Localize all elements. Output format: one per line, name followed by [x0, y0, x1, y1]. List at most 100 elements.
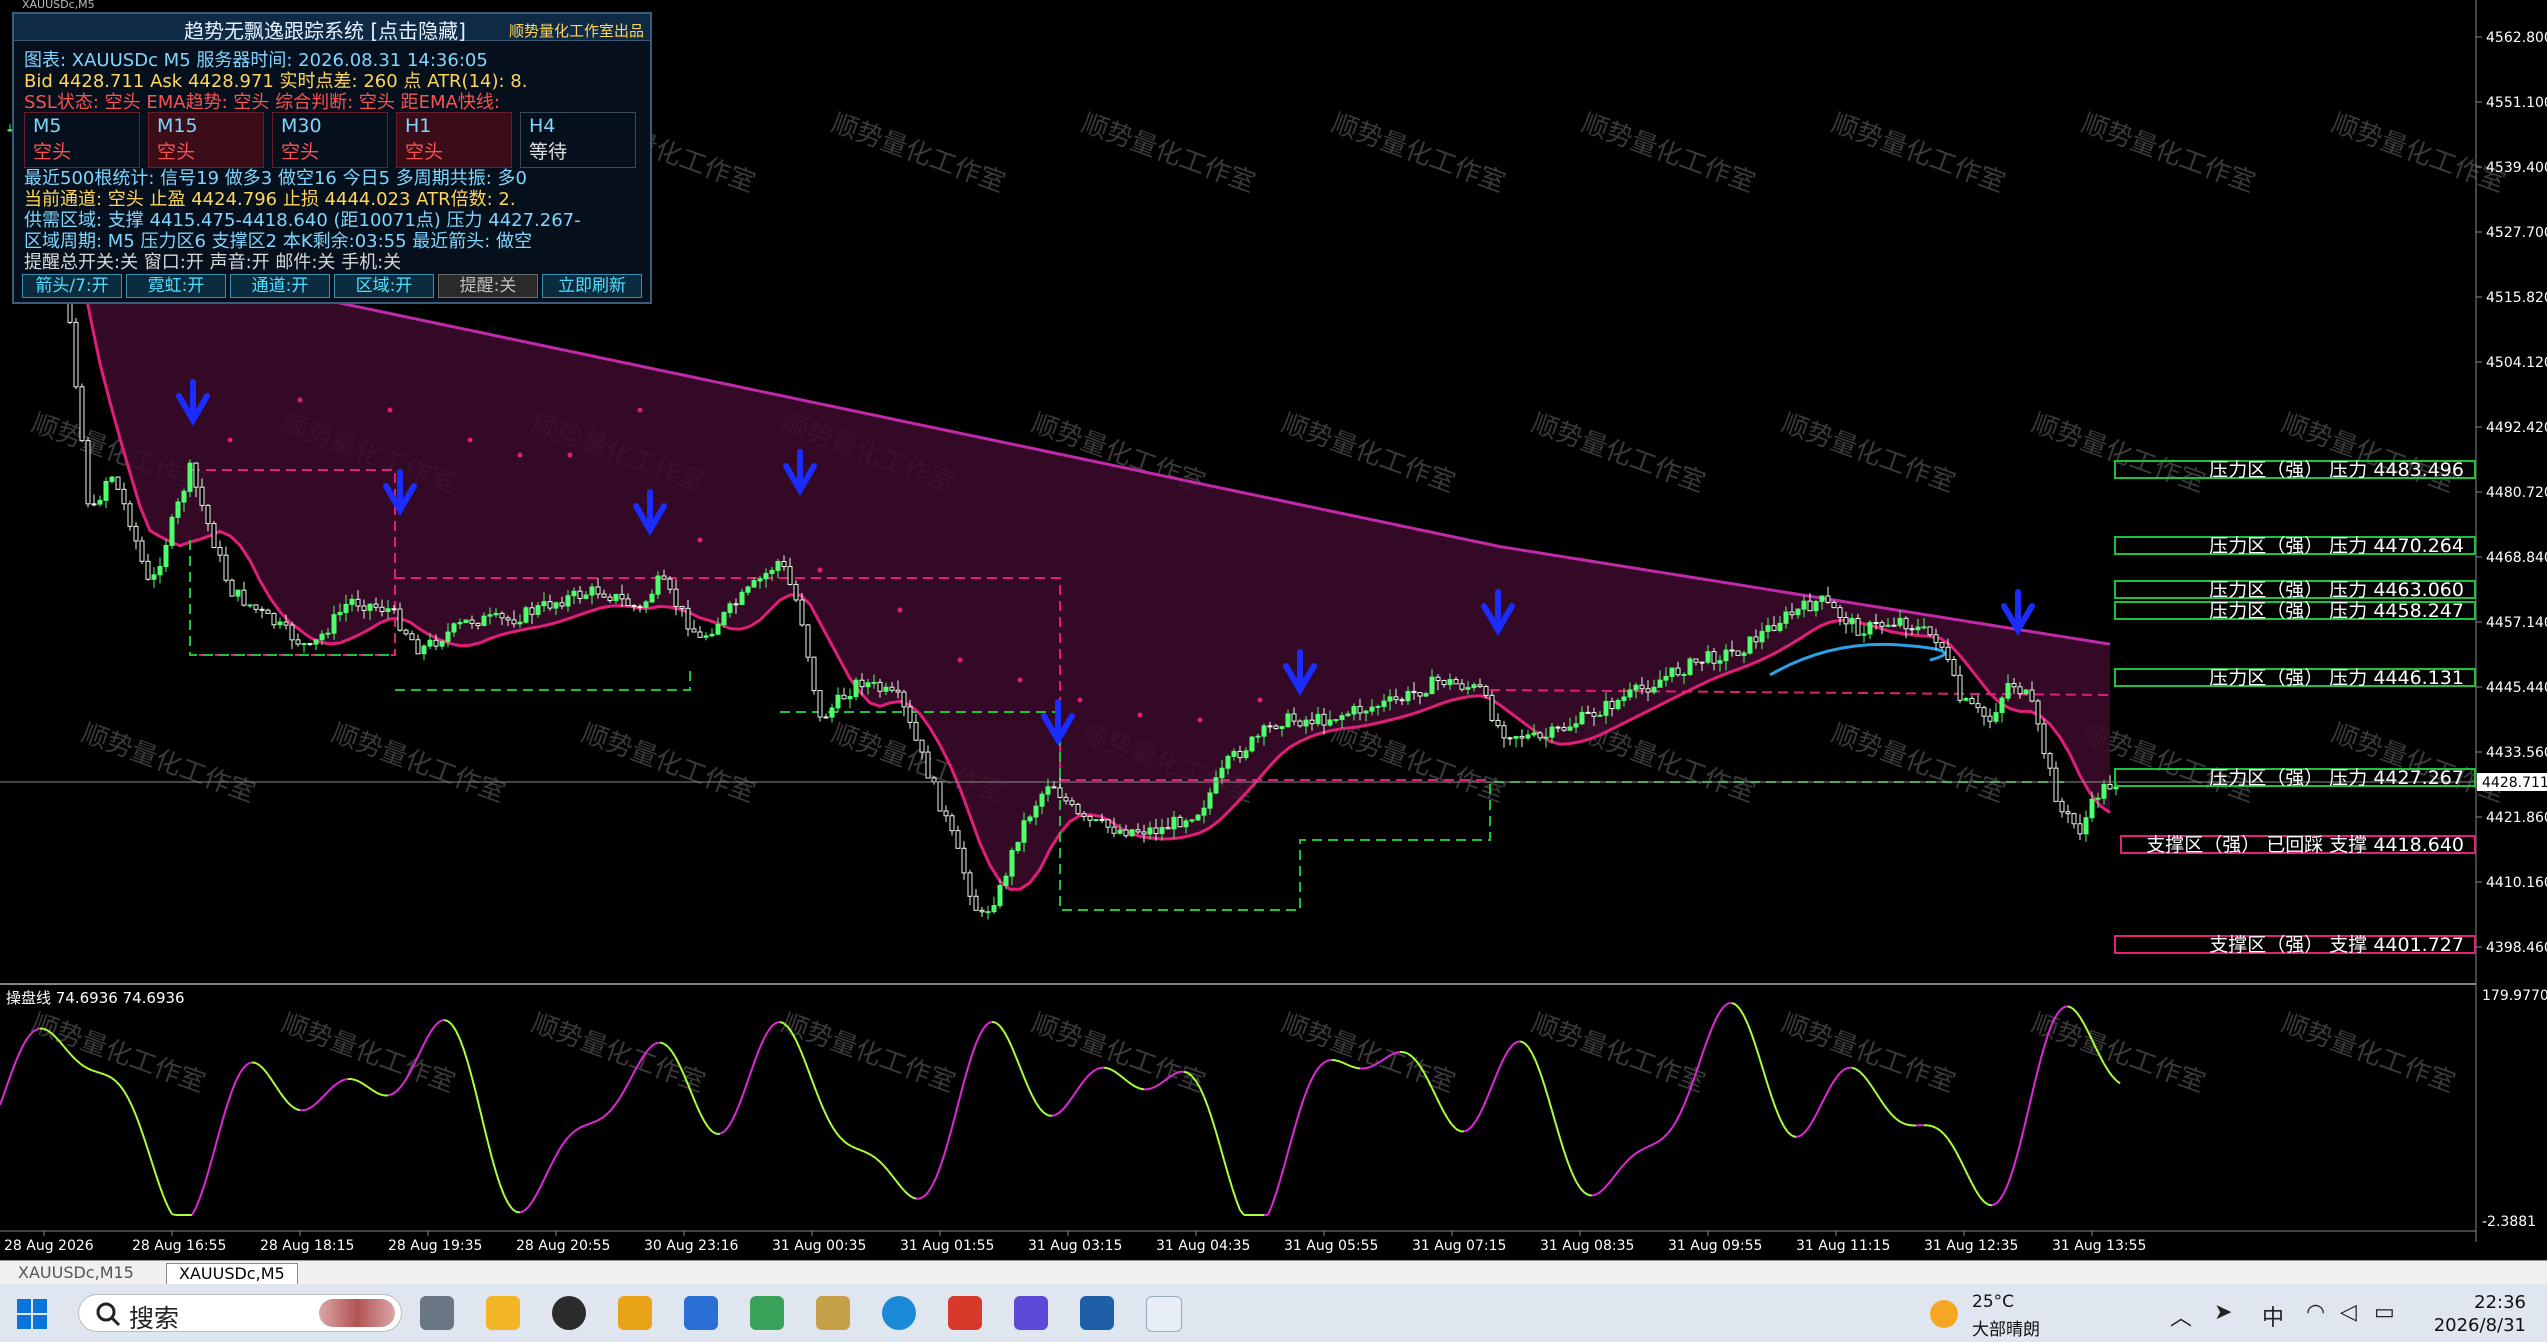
candle-body	[1771, 625, 1777, 631]
candle-body	[589, 586, 595, 596]
arrow-toggle-button[interactable]: 箭头/7:开	[22, 274, 122, 298]
candle-body	[187, 462, 193, 492]
candle-body	[1315, 713, 1321, 725]
candle-body	[727, 603, 733, 613]
tf-name: M15	[157, 115, 198, 137]
panel-line-status: SSL状态: 空头 EMA趋势: 空头 综合判断: 空头 距EMA快线:	[24, 92, 500, 113]
candle-body	[769, 569, 775, 574]
mt5-icon[interactable]	[750, 1296, 784, 1330]
candle-body	[2035, 700, 2041, 725]
candle-body	[643, 601, 649, 608]
weather-desc[interactable]: 大部晴朗	[1972, 1315, 2040, 1340]
panel-titlebar[interactable]: 趋势无飘逸跟踪系统 [点击隐藏] 顺势量化工作室出品	[14, 14, 650, 44]
task-view-icon[interactable]	[420, 1296, 454, 1330]
oscillator-segment	[379, 1093, 385, 1097]
candle-body	[1255, 735, 1261, 738]
chart-area[interactable]: 顺势量化工作室 顺势量化工作室 顺势量化工作室 顺势量化工作室 顺势量化工作室 顺势量化工…	[0, 0, 2547, 1342]
app-icon-blue[interactable]	[684, 1296, 718, 1330]
tab-xauusdc-m15[interactable]: XAUUSDc,M15	[6, 1263, 146, 1285]
clock-date[interactable]: 2026/8/31	[2428, 1315, 2526, 1336]
notes-app-icon[interactable]	[618, 1296, 652, 1330]
candle-body	[1657, 679, 1663, 688]
file-explorer-icon[interactable]	[486, 1296, 520, 1330]
candle-body	[1645, 688, 1651, 693]
ec-app-icon[interactable]	[948, 1296, 982, 1330]
candle-body	[1495, 719, 1501, 727]
candle-body	[2089, 798, 2095, 819]
candle-body	[1339, 715, 1345, 721]
candle-body	[307, 643, 313, 646]
candle-body	[1369, 706, 1375, 712]
candle-body	[1513, 735, 1519, 739]
candle-body	[1351, 705, 1357, 715]
stop-dot	[957, 657, 963, 663]
alert-toggle-button[interactable]: 提醒:关	[438, 274, 538, 298]
oscillator-segment	[91, 1069, 97, 1073]
taskbar: 搜索 25°C 大部晴朗 ︿ ➤ 中 ◠ ◁ ▭ 22:36 2026/8/31	[0, 1284, 2547, 1342]
candle-body	[1975, 703, 1981, 709]
candle-body	[1609, 700, 1615, 710]
time-tick-label: 31 Aug 07:15	[1412, 1238, 1506, 1254]
location-icon[interactable]: ➤	[2214, 1300, 2232, 1325]
info-panel[interactable]: 趋势无飘逸跟踪系统 [点击隐藏] 顺势量化工作室出品 图表: XAUUSDc M…	[12, 12, 652, 304]
candle-body	[415, 639, 421, 655]
candle-body	[1729, 649, 1735, 652]
stop-dot	[1137, 712, 1143, 718]
weather-temp[interactable]: 25°C	[1972, 1292, 2014, 1312]
stop-dot	[517, 452, 523, 458]
candle-body	[1291, 713, 1297, 722]
channel-toggle-button[interactable]: 通道:开	[230, 274, 330, 298]
oscillator-segment	[1903, 1122, 1909, 1126]
candle-body	[1387, 696, 1393, 702]
cloud-app-icon[interactable]	[1146, 1296, 1182, 1332]
candle-body	[289, 624, 295, 641]
tab-xauusdc-m5[interactable]: XAUUSDc,M5	[166, 1263, 298, 1285]
oscillator-segment	[303, 1108, 309, 1112]
zone-label: 支撑区（强） 已回踩 支撑 4418.640	[2146, 834, 2464, 856]
edge-icon[interactable]	[882, 1296, 916, 1330]
time-tick-label: 31 Aug 08:35	[1540, 1238, 1634, 1254]
app-icon-purple[interactable]	[1014, 1296, 1048, 1330]
time-tick-label: 28 Aug 16:55	[132, 1238, 226, 1254]
price-tick-label: 4527.700	[2486, 225, 2547, 241]
chip-app-icon[interactable]	[1080, 1296, 1114, 1330]
candle-body	[571, 590, 577, 597]
candle-body	[907, 706, 913, 723]
oscillator-segment	[515, 1210, 521, 1214]
candle-body	[1621, 696, 1627, 701]
time-tick-label: 31 Aug 09:55	[1668, 1238, 1762, 1254]
price-tick-label: 4504.120	[2486, 355, 2547, 371]
oscillator-segment	[1363, 1066, 1369, 1070]
candle-body	[751, 580, 757, 588]
neon-toggle-button[interactable]: 霓虹:开	[126, 274, 226, 298]
weather-icon[interactable]	[1930, 1300, 1958, 1328]
taskbar-search[interactable]: 搜索	[78, 1294, 402, 1333]
candle-body	[871, 681, 877, 684]
candle-body	[973, 895, 979, 911]
wifi-icon[interactable]: ◠	[2306, 1300, 2325, 1325]
battery-icon[interactable]: ▭	[2374, 1300, 2395, 1325]
clock-time[interactable]: 22:36	[2428, 1292, 2526, 1313]
candle-body	[607, 596, 613, 601]
refresh-button[interactable]: 立即刷新	[542, 274, 642, 298]
panel-title[interactable]: 趋势无飘逸跟踪系统 [点击隐藏]	[184, 15, 466, 44]
search-label: 搜索	[129, 1304, 180, 1333]
oscillator-top: 179.9770	[2482, 988, 2547, 1004]
oscillator-segment	[1175, 1070, 1181, 1075]
candle-body	[757, 578, 763, 582]
ime-indicator[interactable]: 中	[2262, 1300, 2284, 1332]
candle-body	[673, 588, 679, 607]
tray-chevron-icon[interactable]: ︿	[2170, 1300, 2192, 1332]
candle-body	[391, 608, 397, 611]
oscillator-segment	[95, 1070, 101, 1074]
candle-body	[139, 540, 145, 562]
candle-body	[961, 847, 967, 874]
folder-app-icon[interactable]	[816, 1296, 850, 1330]
zone-toggle-button[interactable]: 区域:开	[334, 274, 434, 298]
windows-start-icon[interactable]	[16, 1298, 48, 1330]
candle-body	[937, 781, 943, 812]
chatgpt-icon[interactable]	[552, 1296, 586, 1330]
candle-body	[1321, 713, 1327, 726]
volume-icon[interactable]: ◁	[2340, 1300, 2357, 1325]
candle-body	[1297, 720, 1303, 727]
